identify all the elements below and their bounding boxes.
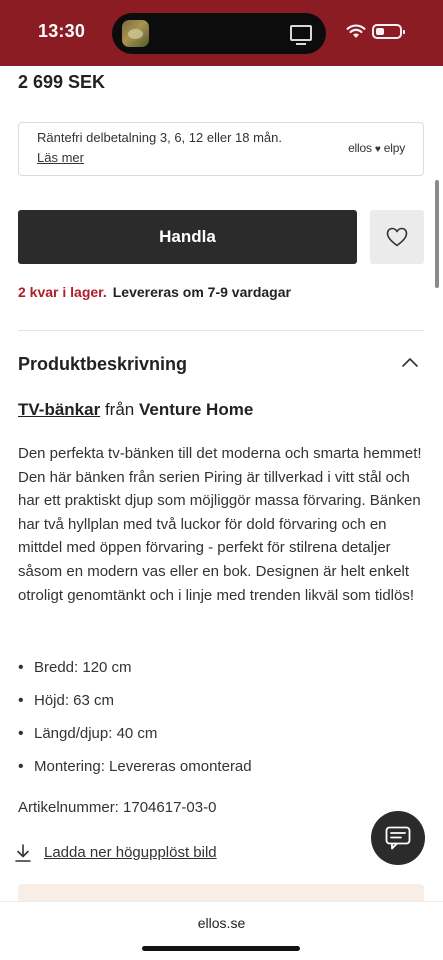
divider	[18, 330, 424, 331]
from-word: från	[104, 400, 135, 419]
status-time: 13:30	[38, 21, 86, 41]
stock-availability: 2 kvar i lager.	[18, 284, 107, 300]
screen-mirroring-icon	[290, 25, 312, 45]
installment-text: Räntefri delbetalning 3, 6, 12 eller 18 …	[37, 130, 282, 145]
wishlist-button[interactable]	[370, 210, 424, 264]
buy-button[interactable]: Handla	[18, 210, 357, 264]
spec-item: Montering: Levereras omonterad	[18, 755, 252, 788]
chat-button[interactable]	[371, 811, 425, 865]
brand-name: Venture Home	[138, 400, 254, 419]
spec-item: Bredd: 120 cm	[18, 656, 252, 689]
section-title-description[interactable]: Produktbeskrivning	[18, 354, 187, 375]
chat-bubble-icon	[385, 826, 411, 850]
scrollbar[interactable]	[435, 180, 439, 288]
product-price: 2 699 SEK	[18, 72, 106, 92]
category-link[interactable]: TV-bänkar	[18, 400, 100, 419]
browser-address-bar[interactable]: ellos.se	[0, 901, 443, 960]
download-image-link[interactable]: Ladda ner högupplöst bild	[44, 844, 217, 861]
logo-elpy: elpy	[383, 141, 405, 155]
spec-list: Bredd: 120 cm Höjd: 63 cm Längd/djup: 40…	[18, 656, 252, 788]
installment-info-box: Räntefri delbetalning 3, 6, 12 eller 18 …	[18, 122, 424, 176]
delivery-time: Levereras om 7-9 vardagar	[112, 284, 291, 300]
heart-icon	[386, 227, 408, 247]
logo-heart: ♥	[374, 144, 381, 155]
wifi-icon	[346, 24, 366, 38]
ellos-elpy-logo: ellos ♥ elpy	[348, 141, 405, 155]
spec-item: Längd/djup: 40 cm	[18, 722, 252, 755]
stock-status: 2 kvar i lager. Levereras om 7-9 vardagar	[18, 284, 291, 300]
download-icon	[15, 844, 31, 862]
battery-low-icon	[372, 24, 405, 39]
home-indicator[interactable]	[142, 946, 300, 951]
logo-ellos: ellos	[348, 141, 372, 155]
article-number: Artikelnummer: 1704617-03-0	[18, 799, 217, 816]
product-description-text: Den perfekta tv-bänken till det moderna …	[18, 445, 422, 604]
spec-item: Höjd: 63 cm	[18, 689, 252, 722]
url-label[interactable]: ellos.se	[0, 915, 443, 931]
read-more-link[interactable]: Läs mer	[37, 150, 84, 165]
dynamic-island[interactable]	[112, 13, 326, 54]
chevron-up-icon[interactable]	[401, 356, 419, 368]
status-bar: 13:30	[0, 0, 443, 66]
category-brand-line: TV-bänkar från Venture Home	[18, 400, 253, 420]
photo-thumbnail-icon	[122, 20, 149, 47]
